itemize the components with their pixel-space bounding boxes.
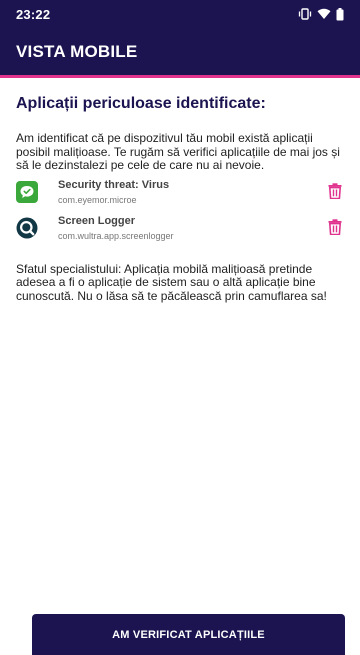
app-name: Security threat: Virus — [58, 178, 170, 191]
trash-icon[interactable] — [328, 182, 344, 201]
main-content: Aplicații periculoase identificate: Am i… — [16, 94, 348, 303]
page-heading: Aplicații periculoase identificate: — [16, 95, 266, 112]
app-bar: VISTA MOBILE — [0, 28, 360, 78]
app-title: VISTA MOBILE — [16, 41, 138, 61]
vibrate-icon — [298, 8, 312, 20]
app-package: com.wultra.app.screenlogger — [58, 230, 174, 241]
status-bar: 23:22 — [0, 0, 360, 28]
list-item: Security threat: Virus com.eyemor.microe — [16, 179, 348, 215]
app-list: Security threat: Virus com.eyemor.microe — [16, 179, 348, 251]
verified-apps-button[interactable]: AM VERIFICAT APLICAȚIILE — [32, 614, 345, 655]
search-lens-icon — [16, 217, 38, 239]
chat-bubble-icon — [16, 180, 38, 203]
wifi-icon — [317, 8, 331, 20]
app-name: Screen Logger — [58, 214, 136, 227]
specialist-tip: Sfatul specialistului: Aplicația mobilă … — [16, 261, 327, 303]
app-package: com.eyemor.microe — [58, 194, 137, 205]
intro-text: Am identificat că pe dispozitivul tău mo… — [16, 131, 340, 172]
battery-icon — [336, 7, 344, 21]
status-icons — [298, 7, 344, 21]
trash-icon[interactable] — [328, 218, 344, 237]
status-time: 23:22 — [16, 6, 51, 22]
app-text: Security threat: Virus com.eyemor.microe — [58, 179, 169, 206]
list-item: Screen Logger com.wultra.app.screenlogge… — [16, 215, 348, 251]
app-text: Screen Logger com.wultra.app.screenlogge… — [58, 215, 174, 242]
